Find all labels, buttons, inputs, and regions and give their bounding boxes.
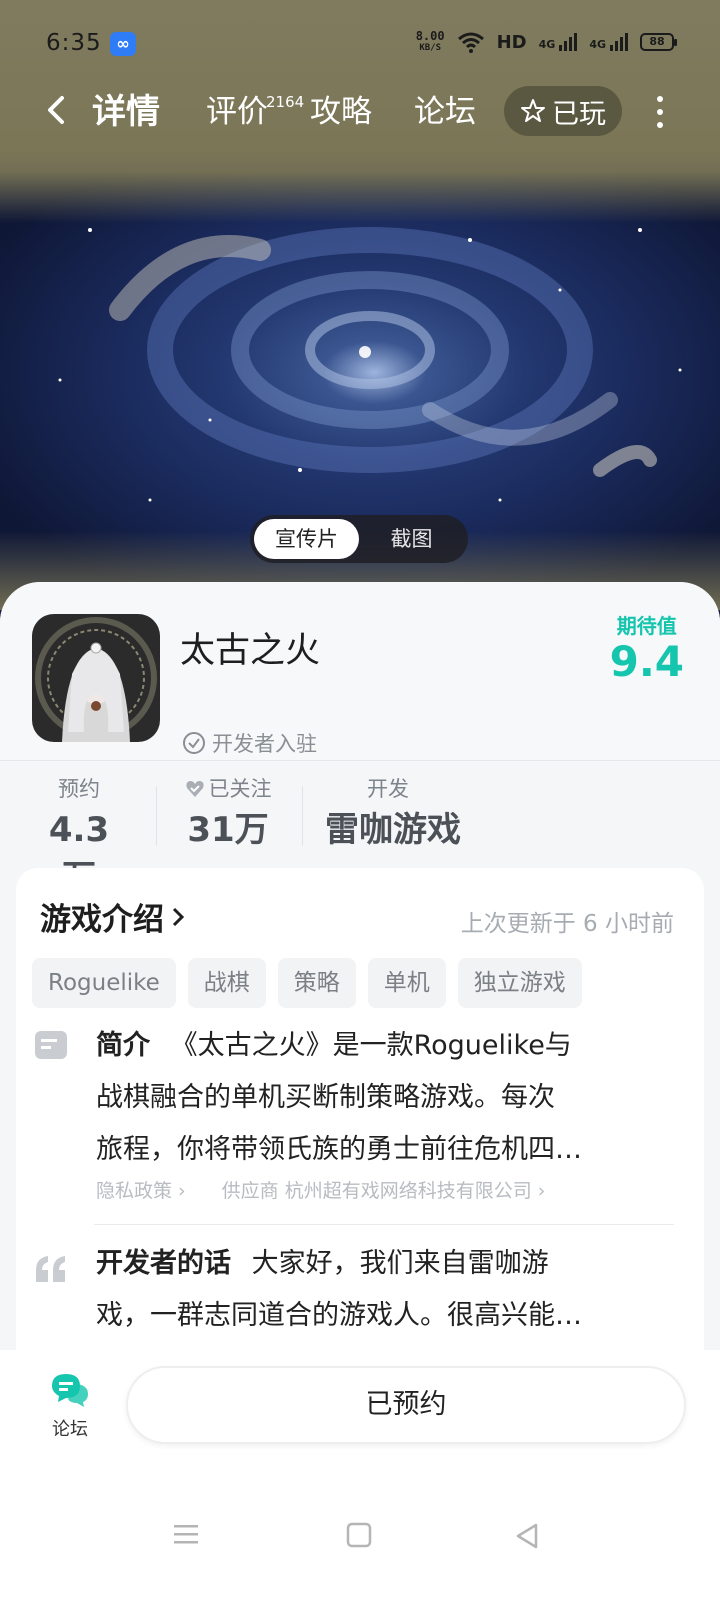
tab-review[interactable]: 评价 2164 — [206, 90, 304, 134]
game-detail-panel: 太古之火 开发者入驻 期待值 9.4 预约 4.3万 已关注 — [0, 582, 720, 1388]
developer-words-line: 大家好，我们来自雷咖游 — [251, 1248, 549, 1279]
forum-chat-icon — [52, 1374, 88, 1407]
developer-words-label: 开发者的话 — [96, 1248, 231, 1279]
expectation-value: 9.4 — [609, 637, 684, 686]
stat-label: 预约 — [58, 777, 100, 801]
signal-label: 4G — [589, 38, 606, 51]
battery-level: 88 — [649, 35, 665, 48]
back-arrow-icon[interactable] — [38, 90, 78, 130]
stats-row: 预约 4.3万 已关注 31万 开发 雷咖游戏 — [0, 772, 720, 898]
intro-title: 游戏介绍 — [40, 902, 164, 938]
reserved-button[interactable]: 已预约 — [126, 1366, 686, 1444]
tab-detail-label: 详情 — [92, 92, 160, 132]
developer-settled-badge: 开发者入驻 — [182, 728, 317, 758]
wifi-icon — [457, 32, 484, 53]
tab-forum[interactable]: 论坛 — [414, 90, 476, 134]
developer-words-line: 戏，一群志同道合的游戏人。很高兴能… — [96, 1300, 582, 1331]
divider — [94, 1224, 674, 1225]
heart-check-icon — [185, 780, 204, 797]
net-speed-value: 8.00 — [415, 29, 445, 43]
more-menu-icon[interactable] — [650, 94, 670, 130]
stat-label-with-icon: 已关注 — [178, 772, 278, 806]
tag-list: Roguelike 战棋 策略 单机 独立游戏 — [32, 958, 582, 1008]
check-circle-icon — [183, 732, 205, 754]
developer-settled-label: 开发者入驻 — [212, 732, 317, 756]
tag-indie[interactable]: 独立游戏 — [457, 958, 582, 1008]
hd-indicator: HD — [496, 31, 527, 53]
tag-strategy[interactable]: 策略 — [277, 958, 356, 1008]
stat-developer[interactable]: 开发 雷咖游戏 — [318, 772, 468, 854]
summary-label: 简介 — [96, 1030, 150, 1061]
review-count: 2164 — [266, 93, 305, 111]
developer-words[interactable]: 开发者的话 大家好，我们来自雷咖游 戏，一群志同道合的游戏人。很高兴能… — [96, 1238, 676, 1342]
signal-icon-1: 4G — [539, 33, 578, 51]
tab-review-label: 评价 — [206, 94, 268, 130]
media-option-video[interactable]: 宣传片 — [254, 519, 359, 559]
summary-text-line: 战棋融合的单机买断制策略游戏。每次 — [96, 1082, 555, 1113]
tag-tactics[interactable]: 战棋 — [187, 958, 266, 1008]
privacy-policy-link[interactable]: 隐私政策 › — [96, 1176, 186, 1203]
supplier-link[interactable]: 供应商 杭州超有戏网络科技有限公司 › — [222, 1176, 546, 1203]
played-label: 已玩 — [552, 98, 606, 130]
net-speed-unit: KB/S — [419, 43, 441, 53]
divider — [156, 786, 157, 846]
divider — [302, 786, 303, 846]
status-time: 6:35 — [46, 30, 102, 56]
back-triangle-icon[interactable] — [514, 1522, 540, 1550]
media-type-toggle: 宣传片 截图 — [250, 515, 468, 563]
bottom-action-bar: 论坛 已预约 — [0, 1350, 720, 1470]
chevron-right-icon — [172, 907, 185, 926]
tab-forum-label: 论坛 — [414, 94, 476, 130]
net-speed: 8.00 KB/S — [416, 30, 445, 54]
system-nav-bar — [0, 1470, 720, 1600]
home-icon[interactable] — [346, 1522, 372, 1548]
signal-icon-2: 4G — [589, 33, 628, 51]
battery-icon: 88 — [640, 33, 677, 51]
top-nav: 详情 评价 2164 攻略 论坛 已玩 — [0, 84, 720, 140]
summary-icon — [35, 1031, 67, 1059]
supplier-label: 供应商 杭州超有戏网络科技有限公司 — [221, 1180, 532, 1202]
tag-roguelike[interactable]: Roguelike — [32, 958, 176, 1008]
tab-guide-label: 攻略 — [310, 94, 372, 130]
played-button[interactable]: 已玩 — [504, 86, 622, 136]
privacy-policy-label: 隐私政策 — [96, 1180, 173, 1202]
summary-text-line: 《太古之火》是一款Roguelike与 — [170, 1030, 572, 1061]
infinity-app-icon: ∞ — [110, 32, 136, 56]
game-app-icon[interactable] — [32, 614, 160, 742]
stat-followers[interactable]: 已关注 31万 — [178, 772, 278, 854]
forum-label: 论坛 — [52, 1419, 88, 1440]
signal-label: 4G — [538, 38, 556, 51]
divider — [0, 760, 720, 761]
policy-links: 隐私政策 › 供应商 杭州超有戏网络科技有限公司 › — [96, 1176, 545, 1203]
tag-single-player[interactable]: 单机 — [367, 958, 446, 1008]
game-title: 太古之火 — [180, 631, 321, 671]
tab-guide[interactable]: 攻略 — [310, 90, 372, 134]
forum-shortcut[interactable]: 论坛 — [44, 1370, 96, 1441]
intro-title-link[interactable]: 游戏介绍 — [40, 894, 186, 939]
quote-icon — [36, 1256, 65, 1282]
game-intro-card: 游戏介绍 上次更新于 6 小时前 Roguelike 战棋 策略 单机 独立游戏… — [16, 868, 704, 1388]
stat-value: 雷咖游戏 — [325, 810, 461, 850]
summary-text-line: 旅程，你将带领氏族的勇士前往危机四… — [96, 1134, 582, 1165]
last-updated: 上次更新于 6 小时前 — [460, 911, 674, 937]
star-icon — [521, 99, 545, 122]
expectation-label: 期待值 — [616, 614, 677, 638]
status-bar: 6:35 ∞ 8.00 KB/S HD 4G 4G 88 — [0, 0, 720, 88]
status-indicators: 8.00 KB/S HD 4G 4G 88 — [416, 30, 677, 54]
game-summary[interactable]: 简介 《太古之火》是一款Roguelike与 战棋融合的单机买断制策略游戏。每次… — [96, 1020, 676, 1176]
expectation-score: 期待值 9.4 — [610, 610, 684, 685]
menu-icon[interactable] — [172, 1522, 200, 1546]
stat-value: 31万 — [187, 810, 269, 850]
game-header: 太古之火 开发者入驻 期待值 9.4 — [0, 582, 720, 762]
stat-label: 开发 — [367, 777, 409, 801]
header-area: 6:35 ∞ 8.00 KB/S HD 4G 4G 88 详情 评价 2164 … — [0, 0, 720, 640]
stat-label: 已关注 — [208, 777, 272, 801]
tab-detail[interactable]: 详情 — [88, 90, 164, 134]
media-option-screenshots[interactable]: 截图 — [359, 519, 464, 559]
